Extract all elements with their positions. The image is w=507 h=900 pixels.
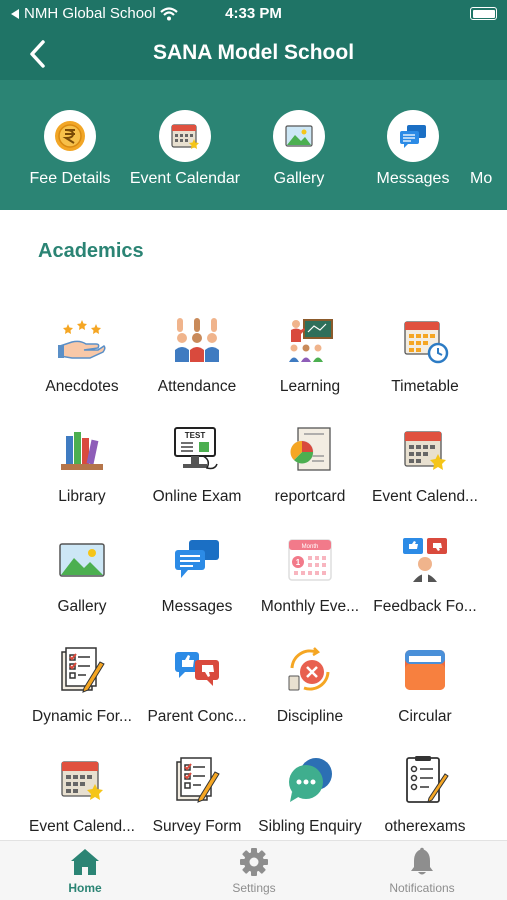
module-label: Timetable	[391, 378, 459, 395]
quick-link-label: Fee Details	[29, 170, 111, 187]
module-label: Gallery	[57, 598, 107, 615]
module-reportcard[interactable]: reportcard	[251, 426, 369, 506]
module-label: Discipline	[276, 708, 344, 725]
quick-link-gallery[interactable]: Gallery	[239, 110, 359, 188]
rupee-coin-icon	[55, 121, 85, 151]
module-discipline[interactable]: Discipline	[251, 646, 369, 726]
teacher-board-icon	[289, 319, 333, 362]
quick-link-messages[interactable]: Messages	[353, 110, 473, 188]
module-label: Attendance	[157, 378, 237, 395]
tab-label: Notifications	[389, 881, 455, 895]
gear-icon	[240, 848, 268, 876]
navigation-bar: SANA Model School	[0, 28, 507, 80]
module-label: otherexams	[384, 818, 466, 835]
chat-dots-icon	[289, 758, 332, 802]
chat-bubbles-icon	[400, 125, 426, 148]
quick-link-label: Gallery	[273, 170, 325, 187]
quick-link-label: Messages	[376, 170, 450, 187]
module-feedback-form[interactable]: Feedback Fo...	[366, 536, 484, 616]
tab-home[interactable]: Home	[25, 847, 145, 895]
svg-text:Month: Month	[302, 544, 319, 550]
discipline-icon	[288, 647, 330, 691]
module-label: reportcard	[274, 488, 346, 505]
module-label: Circular	[398, 708, 452, 725]
quick-link-icon-placeholder	[470, 110, 507, 162]
feedback-icon	[403, 538, 447, 582]
module-label: Survey Form	[152, 818, 242, 835]
exam-paper-icon	[406, 756, 449, 803]
clock: 4:33 PM	[225, 5, 282, 22]
quick-link-more[interactable]: Mo	[470, 110, 507, 188]
module-gallery[interactable]: Gallery	[23, 536, 141, 616]
module-attendance[interactable]: Attendance	[138, 316, 256, 396]
module-event-calendar[interactable]: Event Calend...	[366, 426, 484, 506]
tab-label: Settings	[232, 881, 276, 895]
quick-link-icon-circle	[159, 110, 211, 162]
battery-icon	[470, 7, 497, 20]
svg-text:1: 1	[296, 558, 301, 567]
module-timetable[interactable]: Timetable	[366, 316, 484, 396]
module-label: Learning	[279, 378, 341, 395]
module-online-exam[interactable]: TEST Online Exam	[138, 426, 256, 506]
calendar-star-icon	[404, 431, 446, 470]
picture-icon	[285, 125, 313, 147]
module-circular[interactable]: Circular	[366, 646, 484, 726]
checklist-pen-icon	[176, 757, 220, 803]
module-label: Online Exam	[152, 488, 242, 505]
tab-settings[interactable]: Settings	[194, 847, 314, 895]
module-parent-concern[interactable]: Parent Conc...	[138, 646, 256, 726]
module-label: Feedback Fo...	[373, 598, 477, 615]
section-title: Academics	[38, 240, 144, 262]
picture-icon	[59, 543, 105, 577]
status-bar: NMH Global School 4:33 PM	[0, 0, 507, 28]
module-survey-form[interactable]: Survey Form	[138, 756, 256, 836]
quick-link-icon-circle	[44, 110, 96, 162]
svg-text:TEST: TEST	[185, 431, 206, 440]
module-sibling-enquiry[interactable]: Sibling Enquiry	[251, 756, 369, 836]
module-messages[interactable]: Messages	[138, 536, 256, 616]
module-label: Dynamic For...	[32, 708, 132, 725]
page-title: SANA Model School	[152, 41, 355, 64]
calendar-star-icon	[61, 761, 103, 800]
hand-stars-icon	[58, 320, 106, 359]
module-label: Parent Conc...	[147, 708, 247, 725]
report-chart-icon	[290, 427, 331, 471]
quick-link-label: Event Calendar	[129, 170, 241, 187]
raised-hands-icon	[175, 318, 219, 362]
bottom-tab-bar: Home Settings Notifications	[0, 840, 507, 900]
module-learning[interactable]: Learning	[251, 316, 369, 396]
module-label: Anecdotes	[45, 378, 119, 395]
module-monthly-events[interactable]: Month 1 Monthly Eve...	[251, 536, 369, 616]
quick-link-label: Mo	[470, 170, 493, 187]
folder-icon	[405, 650, 445, 690]
books-icon	[61, 432, 103, 470]
module-label: Event Calend...	[372, 488, 478, 505]
module-event-calendar-2[interactable]: Event Calend...	[23, 756, 141, 836]
tab-notifications[interactable]: Notifications	[362, 847, 482, 895]
module-otherexams[interactable]: otherexams	[366, 756, 484, 836]
quick-link-icon-circle	[387, 110, 439, 162]
quick-links-strip[interactable]: Fee Details Event Calendar Gallery Messa…	[0, 80, 507, 210]
tab-label: Home	[68, 881, 102, 895]
test-monitor-icon: TEST	[174, 427, 218, 470]
month-calendar-icon: Month 1	[288, 539, 332, 581]
module-label: Event Calend...	[29, 818, 135, 835]
home-icon	[71, 849, 99, 875]
module-anecdotes[interactable]: Anecdotes	[23, 316, 141, 396]
module-label: Sibling Enquiry	[258, 818, 362, 835]
chat-bubbles-icon	[175, 540, 219, 578]
bell-icon	[411, 847, 433, 875]
module-label: Monthly Eve...	[260, 598, 360, 615]
module-label: Messages	[161, 598, 233, 615]
checklist-pen-icon	[61, 647, 105, 693]
quick-link-fee-details[interactable]: Fee Details	[10, 110, 130, 188]
module-label: Library	[58, 488, 106, 505]
module-library[interactable]: Library	[23, 426, 141, 506]
calendar-clock-icon	[404, 321, 449, 364]
quick-link-icon-circle	[273, 110, 325, 162]
thumbs-chat-icon	[175, 652, 219, 686]
quick-link-event-calendar[interactable]: Event Calendar	[125, 110, 245, 188]
calendar-star-icon	[171, 124, 199, 149]
module-dynamic-form[interactable]: Dynamic For...	[23, 646, 141, 726]
